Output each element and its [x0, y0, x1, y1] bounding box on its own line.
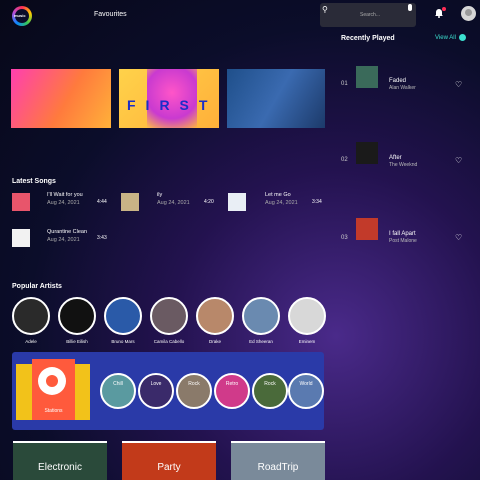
artist-name: Adele [25, 339, 37, 344]
song-duration: 4:44 [97, 199, 107, 205]
playlist-electronic[interactable] [13, 441, 107, 480]
track-number: 02 [341, 157, 348, 163]
genre-chill[interactable] [100, 373, 136, 409]
artist-name: Bruno Mars [111, 339, 135, 344]
genre-label: Chill [113, 381, 123, 387]
artist-avatar[interactable] [150, 297, 188, 335]
artist-name: Drake [208, 339, 221, 344]
notification-badge [442, 7, 446, 11]
artist-name: Camila Cabello [153, 339, 185, 344]
view-all-link[interactable]: View All [435, 35, 456, 41]
song-duration: 3:34 [312, 199, 322, 205]
track-title[interactable]: After [389, 155, 402, 161]
song-date: Aug 24, 2021 [47, 237, 80, 243]
stations-label: Stations [44, 408, 63, 414]
artist-avatar[interactable] [104, 297, 142, 335]
track-number: 03 [341, 235, 348, 241]
song-duration: 3:43 [97, 235, 107, 241]
playlist-label: RoadTrip [257, 462, 299, 473]
artist-name: Billie Eilish [66, 339, 88, 344]
heart-icon[interactable]: ♡ [455, 80, 462, 89]
song-item[interactable] [12, 193, 30, 211]
genre-label: World [299, 381, 313, 387]
avatar[interactable] [461, 6, 476, 21]
song-title[interactable]: Let me Go [265, 192, 291, 198]
song-cover[interactable] [228, 193, 246, 211]
genre-retro[interactable] [214, 373, 250, 409]
song-title[interactable]: Qurantine Clean [47, 229, 87, 235]
heart-icon[interactable]: ♡ [455, 233, 462, 242]
banner-3[interactable] [227, 69, 325, 128]
song-cover[interactable] [12, 229, 30, 247]
song-date: Aug 24, 2021 [157, 200, 190, 206]
track-cover[interactable] [356, 142, 378, 164]
app-logo[interactable]: music [12, 6, 32, 26]
heart-icon[interactable]: ♡ [455, 156, 462, 165]
genre-rock[interactable] [176, 373, 212, 409]
search-input[interactable]: Search... [360, 12, 380, 18]
playlist-label: Electronic [38, 462, 82, 473]
playlist-roadtrip[interactable] [231, 441, 325, 480]
track-artist: The Weeknd [389, 162, 418, 168]
search-icon[interactable]: ⚲ [322, 5, 328, 14]
artist-name: Eminem [298, 339, 316, 344]
nav-favourites[interactable]: Favourites [94, 11, 127, 18]
playlist-label: Party [157, 462, 181, 473]
track-title[interactable]: Faded [389, 78, 406, 84]
logo-text: music [14, 13, 26, 18]
track-title[interactable]: I fall Apart [389, 231, 416, 237]
genre-label: Rock [188, 381, 200, 387]
banner-1[interactable] [11, 69, 111, 128]
latest-songs-title: Latest Songs [12, 178, 56, 185]
playlist-party[interactable] [122, 441, 216, 480]
song-cover[interactable] [121, 193, 139, 211]
song-title[interactable]: I'll Wait for you [47, 192, 83, 198]
song-date: Aug 24, 2021 [265, 200, 298, 206]
recently-played-title: Recently Played [341, 35, 395, 42]
popular-artists-title: Popular Artists [12, 283, 62, 290]
banner-2-text: FIRST [127, 97, 218, 113]
record-icon [38, 367, 66, 395]
artist-avatar[interactable] [242, 297, 280, 335]
artist-avatar[interactable] [58, 297, 96, 335]
track-number: 01 [341, 81, 348, 87]
song-duration: 4:20 [204, 199, 214, 205]
microphone-icon[interactable] [408, 4, 412, 11]
genre-label: Retro [225, 381, 239, 387]
track-artist: Alan Walker [389, 85, 416, 91]
genre-world[interactable] [288, 373, 324, 409]
genre-love[interactable] [138, 373, 174, 409]
artist-name: Ed Sheeran [249, 339, 273, 344]
artist-avatar[interactable] [12, 297, 50, 335]
genre-rock-2[interactable] [252, 373, 288, 409]
chevron-right-icon[interactable] [459, 34, 466, 41]
artist-avatar[interactable] [288, 297, 326, 335]
genre-label: Rock [264, 381, 276, 387]
genre-label: Love [150, 381, 162, 387]
song-date: Aug 24, 2021 [47, 200, 80, 206]
banner-2[interactable]: FIRST [119, 69, 219, 128]
track-artist: Post Malone [389, 238, 417, 244]
song-title[interactable]: ily [157, 192, 162, 198]
artist-avatar[interactable] [196, 297, 234, 335]
track-cover[interactable] [356, 218, 378, 240]
track-cover[interactable] [356, 66, 378, 88]
song-cover [12, 193, 30, 211]
